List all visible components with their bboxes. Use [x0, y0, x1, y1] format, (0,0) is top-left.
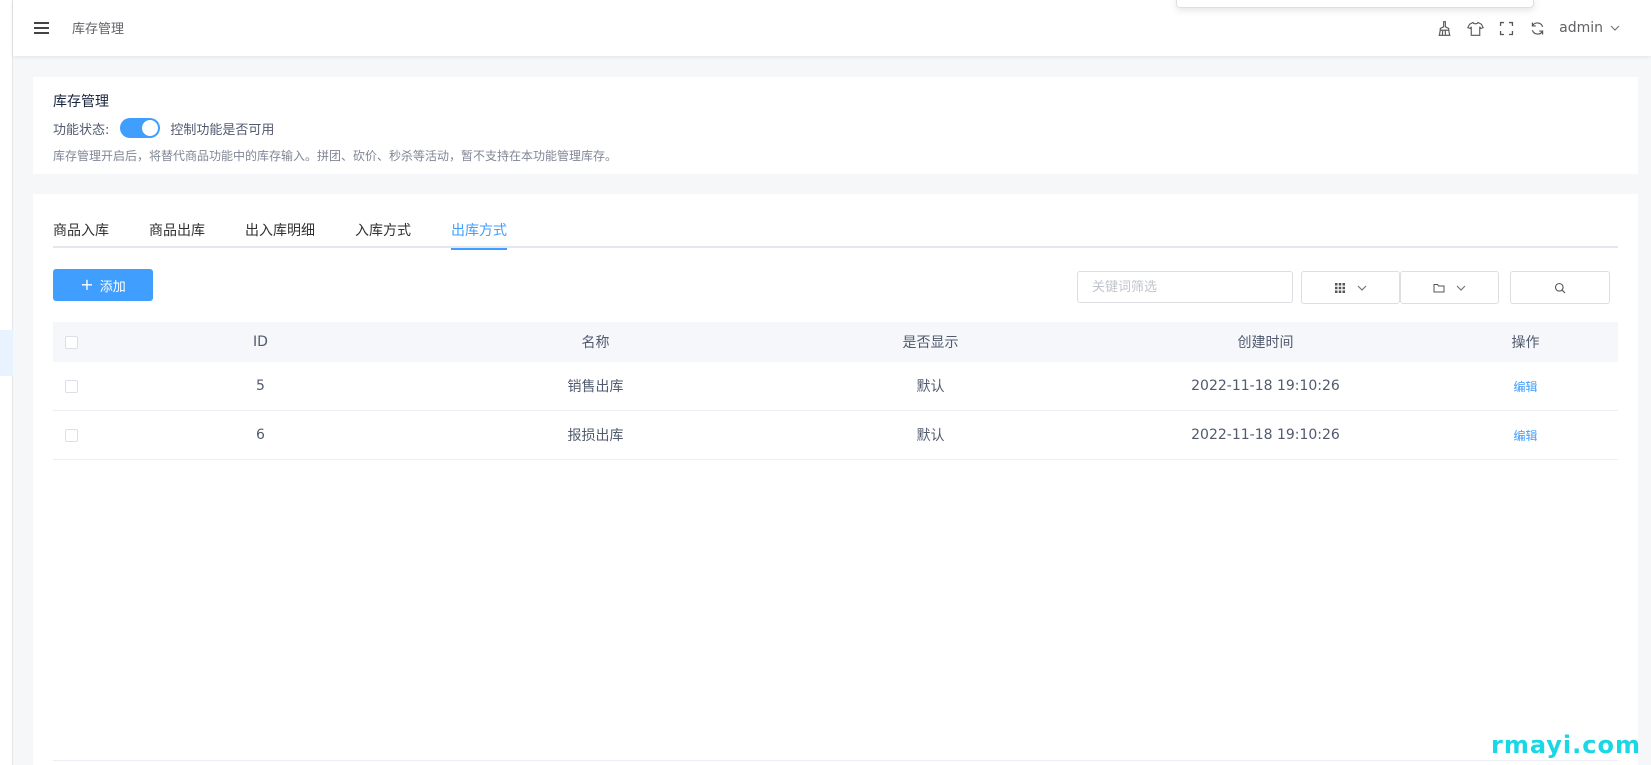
- user-name-label: admin: [1559, 20, 1603, 36]
- header-show: 是否显示: [902, 335, 959, 351]
- header-popover: [1176, 0, 1534, 8]
- add-button-label: 添加: [99, 279, 126, 295]
- header-id: ID: [253, 334, 268, 350]
- search-icon: [1554, 282, 1566, 293]
- header-name: 名称: [581, 335, 610, 351]
- tab-stock-detail[interactable]: 出入库明细: [245, 220, 315, 248]
- breadcrumb: 库存管理: [72, 22, 125, 37]
- cell-show: 默认: [916, 379, 945, 395]
- main-area: 库存管理 admin 库存管理 功能状态: 控制功能是否可用 库存管理开启后，将…: [13, 0, 1651, 765]
- keyword-search-input[interactable]: [1077, 271, 1293, 303]
- watermark: rmayi.com: [1490, 731, 1641, 759]
- status-row: 功能状态: 控制功能是否可用: [53, 117, 1618, 139]
- tab-in-method[interactable]: 入库方式: [355, 220, 411, 248]
- header-actions: admin: [1435, 14, 1621, 42]
- cell-name: 报损出库: [567, 428, 624, 444]
- sidebar: [0, 0, 13, 765]
- table-row: 6 报损出库 默认 2022-11-18 19:10:26 编辑: [53, 411, 1618, 460]
- tab-out-method[interactable]: 出库方式: [451, 220, 507, 250]
- user-menu[interactable]: admin: [1559, 20, 1621, 36]
- add-button[interactable]: + 添加: [53, 269, 153, 301]
- fullscreen-icon[interactable]: [1497, 19, 1515, 37]
- settings-title: 库存管理: [53, 94, 109, 110]
- table-bottom-divider: [53, 760, 1618, 761]
- chevron-down-icon: [1610, 25, 1620, 31]
- row-checkbox[interactable]: [65, 379, 78, 393]
- header-op: 操作: [1511, 335, 1540, 351]
- switch-hint: 控制功能是否可用: [170, 122, 275, 138]
- shirt-icon[interactable]: [1466, 19, 1484, 37]
- data-table: ID 名称 是否显示 创建时间 操作 5 销售出库 默认 2022-11-18 …: [53, 322, 1618, 460]
- edit-link[interactable]: 编辑: [1513, 380, 1537, 394]
- folder-icon: [1433, 283, 1444, 292]
- column-setting-button[interactable]: [1301, 271, 1400, 304]
- plus-icon: +: [80, 275, 94, 294]
- broom-icon[interactable]: [1435, 19, 1453, 37]
- cell-id: 5: [256, 378, 265, 394]
- feature-switch[interactable]: [120, 118, 161, 138]
- grid-icon: [1334, 282, 1345, 293]
- search-button[interactable]: [1510, 271, 1610, 304]
- settings-description: 库存管理开启后，将替代商品功能中的库存输入。拼团、砍价、秒杀等活动，暂不支持在本…: [53, 149, 618, 163]
- menu-toggle-icon[interactable]: [34, 17, 56, 39]
- tab-stock-out[interactable]: 商品出库: [149, 220, 205, 248]
- table-row: 5 销售出库 默认 2022-11-18 19:10:26 编辑: [53, 362, 1618, 411]
- status-label: 功能状态:: [53, 122, 110, 138]
- select-all-checkbox[interactable]: [65, 335, 78, 349]
- tab-bar: 商品入库 商品出库 出入库明细 入库方式 出库方式: [53, 220, 1618, 250]
- cell-time: 2022-11-18 19:10:26: [1191, 378, 1340, 394]
- table-header: ID 名称 是否显示 创建时间 操作: [53, 322, 1618, 362]
- cell-time: 2022-11-18 19:10:26: [1191, 427, 1340, 443]
- tab-stock-in[interactable]: 商品入库: [53, 220, 109, 248]
- edit-link[interactable]: 编辑: [1513, 429, 1537, 443]
- row-checkbox[interactable]: [65, 428, 78, 442]
- content-card: 商品入库 商品出库 出入库明细 入库方式 出库方式 + 添加 关键词筛选 ID …: [33, 194, 1638, 765]
- cell-show: 默认: [916, 428, 945, 444]
- cell-id: 6: [256, 427, 265, 443]
- cell-name: 销售出库: [567, 379, 624, 395]
- refresh-icon[interactable]: [1528, 19, 1546, 37]
- top-header: 库存管理 admin: [13, 0, 1651, 56]
- header-time: 创建时间: [1237, 335, 1294, 351]
- settings-card: 库存管理 功能状态: 控制功能是否可用 库存管理开启后，将替代商品功能中的库存输…: [33, 77, 1638, 174]
- chevron-down-icon: [1357, 285, 1366, 291]
- chevron-down-icon: [1456, 285, 1465, 291]
- sidebar-active-item[interactable]: [0, 330, 13, 376]
- export-button[interactable]: [1400, 271, 1499, 304]
